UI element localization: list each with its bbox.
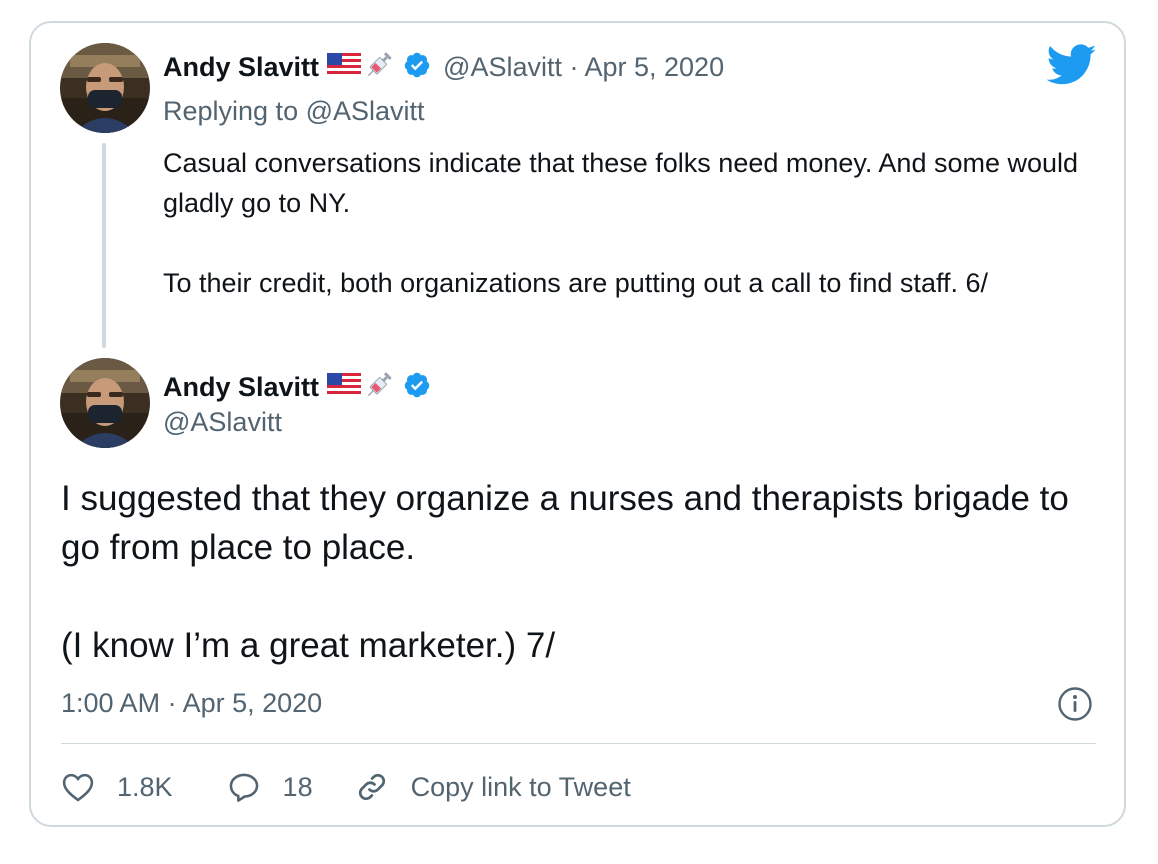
divider xyxy=(61,743,1096,744)
author-name[interactable]: Andy Slavitt xyxy=(163,372,319,403)
reply-icon xyxy=(227,771,261,803)
avatar[interactable] xyxy=(60,43,150,133)
replying-to[interactable]: Replying to @ASlavitt xyxy=(163,96,425,127)
like-count: 1.8K xyxy=(117,771,173,802)
tweet-timestamp[interactable]: 1:00 AM · Apr 5, 2020 xyxy=(61,688,322,719)
verified-badge-icon xyxy=(403,51,431,84)
tweet-actions: 1.8K 18 Copy link to Tweet xyxy=(61,762,631,812)
quoted-tweet-text: Casual conversations indicate that these… xyxy=(163,148,1079,298)
author-name[interactable]: Andy Slavitt xyxy=(163,52,319,83)
quoted-author-row: Andy Slavitt @ASlavitt · Apr 5, 2020 xyxy=(163,49,724,86)
author-handle[interactable]: @ASlavitt xyxy=(163,407,282,438)
copy-link-label: Copy link to Tweet xyxy=(410,771,631,802)
twitter-bird-icon[interactable] xyxy=(1046,44,1097,86)
heart-icon xyxy=(61,771,95,803)
like-button[interactable]: 1.8K xyxy=(61,771,173,803)
thread-connector-line xyxy=(102,143,106,348)
syringe-emoji xyxy=(363,49,395,86)
reply-count: 18 xyxy=(282,771,313,802)
main-tweet-text: I suggested that they organize a nurses … xyxy=(61,479,1069,665)
info-icon[interactable] xyxy=(1057,686,1093,722)
us-flag-emoji xyxy=(327,53,362,82)
link-icon xyxy=(355,770,389,804)
reply-button[interactable]: 18 xyxy=(227,771,313,803)
main-author-row: Andy Slavitt xyxy=(163,369,431,406)
copy-link-button[interactable]: Copy link to Tweet xyxy=(355,770,631,804)
avatar[interactable] xyxy=(60,358,150,448)
handle-and-date[interactable]: @ASlavitt · Apr 5, 2020 xyxy=(443,52,724,83)
verified-badge-icon xyxy=(403,371,431,404)
us-flag-emoji xyxy=(327,373,362,402)
syringe-emoji xyxy=(363,369,395,406)
